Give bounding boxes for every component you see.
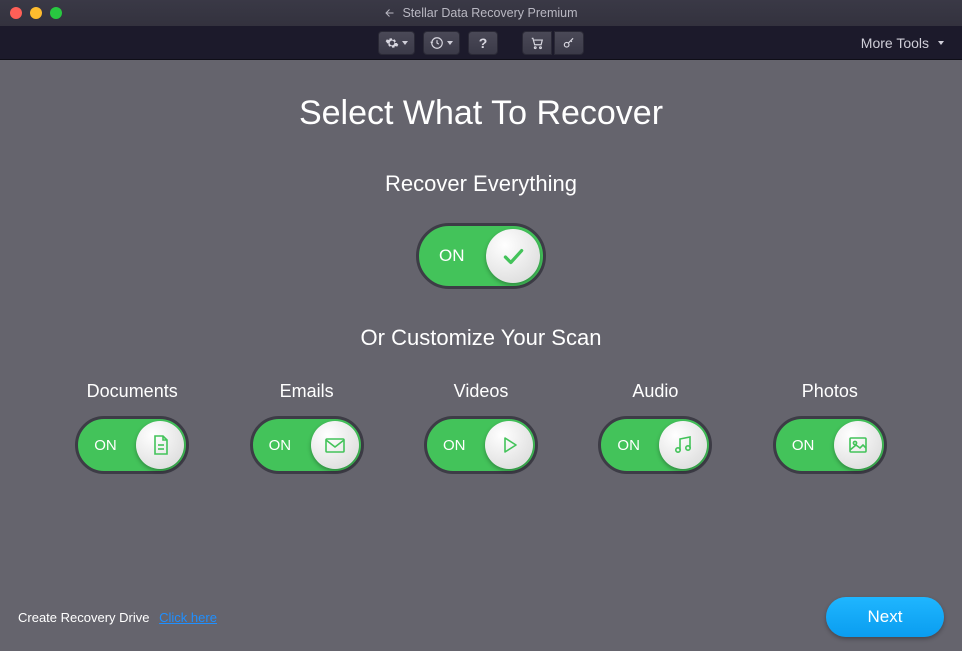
recover-everything-toggle[interactable]: ON: [416, 223, 546, 289]
category-audio: Audio ON: [573, 381, 737, 474]
category-label: Documents: [87, 381, 178, 402]
window-title: Stellar Data Recovery Premium: [402, 6, 577, 20]
cart-button[interactable]: [522, 31, 552, 55]
play-icon: [497, 433, 521, 457]
close-window-button[interactable]: [10, 7, 22, 19]
toggle-knob: [659, 421, 707, 469]
activate-button[interactable]: [554, 31, 584, 55]
toggle-knob: [486, 229, 540, 283]
photos-toggle[interactable]: ON: [773, 416, 887, 474]
toggle-state-label: ON: [792, 437, 815, 454]
settings-button[interactable]: [378, 31, 415, 55]
document-icon: [148, 433, 172, 457]
toolbar: ? More Tools: [0, 26, 962, 60]
category-label: Photos: [802, 381, 858, 402]
check-icon: [500, 243, 526, 269]
toggle-knob: [485, 421, 533, 469]
help-button[interactable]: ?: [468, 31, 498, 55]
chevron-down-icon: [402, 41, 408, 45]
more-tools-label: More Tools: [861, 35, 929, 51]
toolbar-center: ?: [0, 31, 962, 55]
back-arrow-icon: [384, 7, 396, 19]
category-label: Audio: [632, 381, 678, 402]
toggle-state-label: ON: [439, 246, 465, 266]
titlebar: Stellar Data Recovery Premium: [0, 0, 962, 26]
footer: Create Recovery Drive Click here Next: [18, 597, 944, 637]
main-content: Select What To Recover Recover Everythin…: [0, 60, 962, 474]
window-title-wrap: Stellar Data Recovery Premium: [0, 6, 962, 20]
category-emails: Emails ON: [224, 381, 388, 474]
maximize-window-button[interactable]: [50, 7, 62, 19]
emails-toggle[interactable]: ON: [250, 416, 364, 474]
chevron-down-icon: [447, 41, 453, 45]
chevron-down-icon: [938, 41, 944, 45]
categories-row: Documents ON Emails ON Videos ON: [50, 381, 912, 474]
create-recovery-drive: Create Recovery Drive Click here: [18, 610, 217, 625]
videos-toggle[interactable]: ON: [424, 416, 538, 474]
click-here-link[interactable]: Click here: [159, 610, 217, 625]
toggle-knob: [311, 421, 359, 469]
history-icon: [430, 36, 444, 50]
question-icon: ?: [479, 35, 488, 51]
recover-everything-label: Recover Everything: [50, 171, 912, 197]
music-icon: [671, 433, 695, 457]
category-photos: Photos ON: [748, 381, 912, 474]
create-recovery-label: Create Recovery Drive: [18, 610, 150, 625]
page-title: Select What To Recover: [50, 94, 912, 133]
category-documents: Documents ON: [50, 381, 214, 474]
toggle-knob: [834, 421, 882, 469]
audio-toggle[interactable]: ON: [598, 416, 712, 474]
category-label: Emails: [280, 381, 334, 402]
toggle-state-label: ON: [617, 437, 640, 454]
window-controls: [10, 7, 62, 19]
more-tools-button[interactable]: More Tools: [861, 35, 944, 51]
purchase-group: [522, 31, 584, 55]
key-icon: [562, 36, 576, 50]
customize-scan-label: Or Customize Your Scan: [50, 325, 912, 351]
gear-icon: [385, 36, 399, 50]
history-button[interactable]: [423, 31, 460, 55]
toggle-knob: [136, 421, 184, 469]
recover-everything-toggle-wrap: ON: [50, 223, 912, 289]
next-button[interactable]: Next: [826, 597, 944, 637]
category-label: Videos: [454, 381, 509, 402]
documents-toggle[interactable]: ON: [75, 416, 189, 474]
toggle-state-label: ON: [443, 437, 466, 454]
email-icon: [323, 433, 347, 457]
cart-icon: [530, 36, 544, 50]
toggle-state-label: ON: [94, 437, 117, 454]
category-videos: Videos ON: [399, 381, 563, 474]
photo-icon: [846, 433, 870, 457]
toggle-state-label: ON: [269, 437, 292, 454]
minimize-window-button[interactable]: [30, 7, 42, 19]
